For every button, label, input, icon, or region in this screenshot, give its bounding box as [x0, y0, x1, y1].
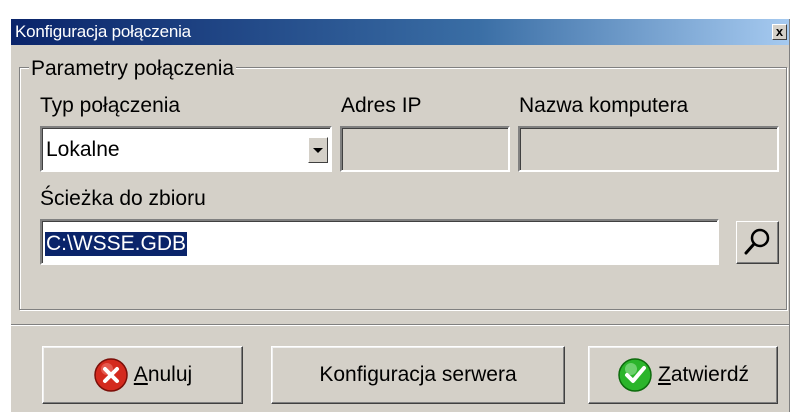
connection-type-select[interactable]: Lokalne: [40, 126, 332, 172]
ip-address-field: [340, 126, 510, 172]
file-path-value: C:\WSSE.GDB: [45, 232, 188, 256]
cancel-button[interactable]: Anuluj: [42, 346, 243, 404]
groupbox-legend: Parametry połączenia: [29, 57, 237, 81]
connection-type-label: Typ połączenia: [40, 94, 181, 117]
computer-name-label: Nazwa komputera: [519, 94, 689, 117]
cancel-label: Anuluj: [133, 363, 193, 386]
file-path-label: Ścieżka do zbioru: [40, 187, 206, 210]
ip-address-label: Adres IP: [341, 94, 422, 117]
divider: [11, 324, 789, 326]
confirm-button[interactable]: Zatwierdź: [588, 346, 778, 404]
dialog-window: Konfiguracja połączenia x Parametry połą…: [10, 18, 790, 412]
window-title: Konfiguracja połączenia: [15, 22, 191, 41]
chevron-down-icon[interactable]: [308, 137, 328, 163]
file-path-input[interactable]: C:\WSSE.GDB: [40, 219, 719, 265]
red-x-icon: [93, 357, 129, 393]
browse-button[interactable]: [736, 221, 779, 264]
close-button[interactable]: x: [772, 24, 787, 40]
confirm-label: Zatwierdź: [657, 363, 750, 386]
green-check-icon: [617, 357, 653, 393]
magnifier-icon: [744, 228, 770, 255]
computer-name-field: [518, 126, 779, 172]
title-bar[interactable]: Konfiguracja połączenia x: [11, 19, 789, 45]
server-config-button[interactable]: Konfiguracja serwera: [271, 346, 565, 404]
connection-type-value: Lokalne: [46, 138, 120, 161]
